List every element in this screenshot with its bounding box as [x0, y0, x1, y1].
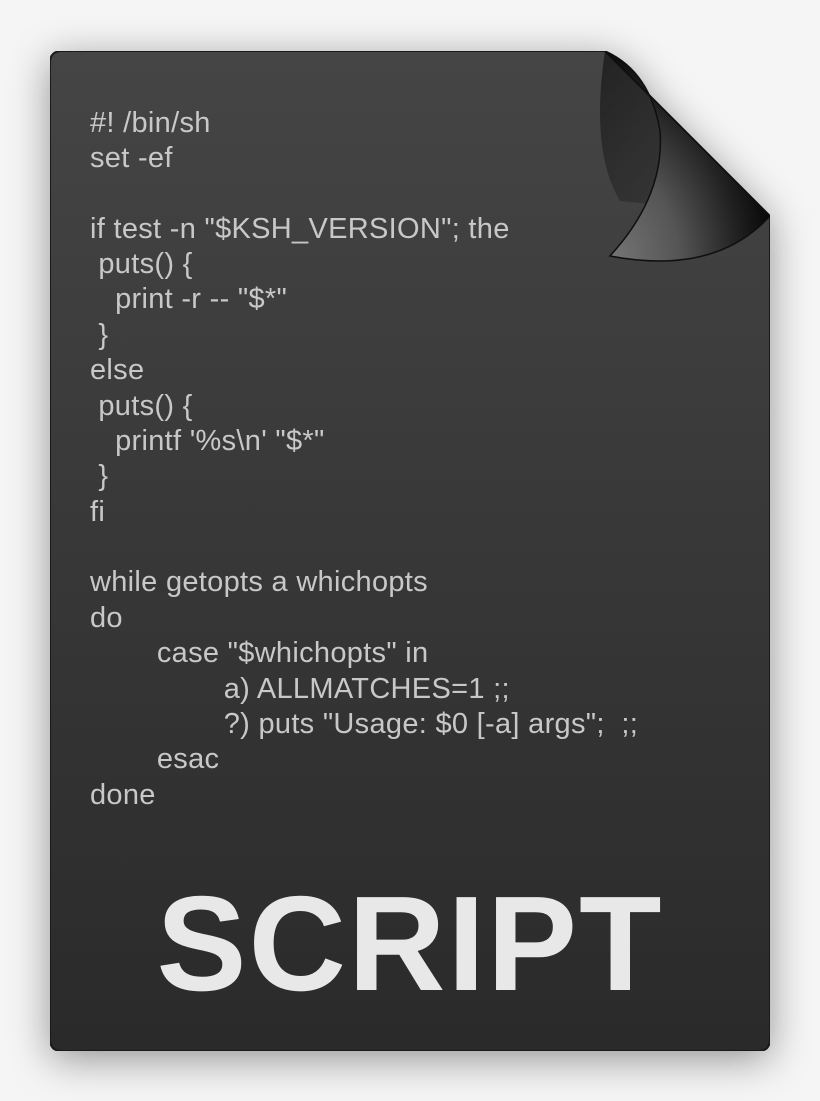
code-line: while getopts a whichopts [90, 566, 428, 598]
script-file-icon: #! /bin/sh set -ef if test -n "$KSH_VERS… [50, 51, 770, 1051]
code-line: ?) puts "Usage: $0 [-a] args"; ;; [90, 708, 638, 740]
code-line: fi [90, 496, 105, 528]
code-line: #! /bin/sh [90, 107, 211, 139]
code-line: a) ALLMATCHES=1 ;; [90, 673, 510, 705]
code-line: print -r -- "$*" [90, 283, 287, 315]
code-line: } [90, 460, 108, 492]
code-line: set -ef [90, 142, 173, 174]
code-line: else [90, 354, 144, 386]
code-line: printf '%s\n' "$*" [90, 425, 325, 457]
code-line: do [90, 602, 123, 634]
code-line: done [90, 779, 156, 811]
file-type-label: SCRIPT [50, 866, 770, 1021]
code-line: puts() { [90, 390, 193, 422]
code-line: if test -n "$KSH_VERSION"; the [90, 213, 510, 245]
code-line: case "$whichopts" in [90, 637, 428, 669]
code-line: } [90, 319, 108, 351]
script-code-content: #! /bin/sh set -ef if test -n "$KSH_VERS… [90, 106, 750, 814]
code-line: puts() { [90, 248, 193, 280]
code-line: esac [90, 743, 219, 775]
